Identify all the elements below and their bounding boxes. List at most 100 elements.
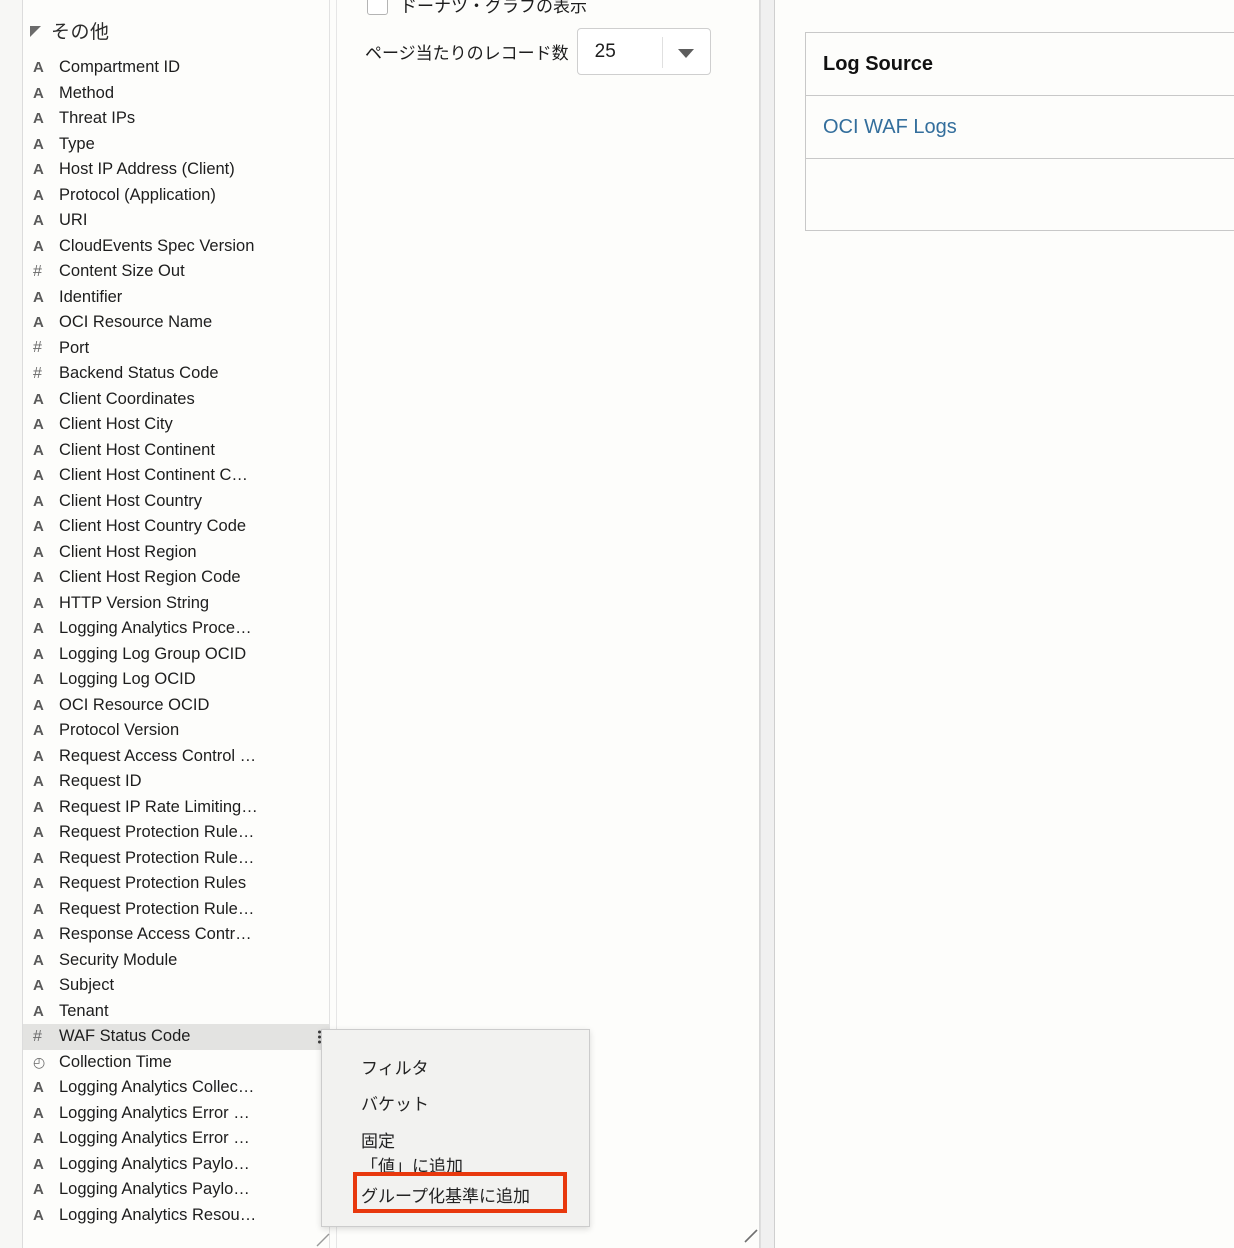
context-menu-item-add-to-value[interactable]: 「値」に追加	[361, 1152, 463, 1177]
field-row[interactable]: AClient Host Continent	[23, 438, 329, 464]
field-row[interactable]: ARequest Protection Rule…	[23, 897, 329, 923]
field-type-string-icon: A	[33, 773, 59, 790]
context-menu-item-add-to-group-by[interactable]: グループ化基準に追加	[361, 1182, 530, 1207]
field-row[interactable]: ALogging Analytics Resou…	[23, 1203, 329, 1229]
field-row[interactable]: AClient Host City	[23, 412, 329, 438]
field-type-string-icon: A	[33, 824, 59, 841]
donut-chart-checkbox[interactable]	[367, 0, 388, 15]
field-row[interactable]: ALogging Analytics Proce…	[23, 616, 329, 642]
field-row-label: Request Protection Rule…	[59, 900, 254, 919]
sidebar-resize-grip-icon[interactable]	[316, 1233, 330, 1247]
field-row-label: Client Host Continent C…	[59, 466, 248, 485]
field-row-label: Protocol Version	[59, 721, 179, 740]
field-row[interactable]: AClient Host Country Code	[23, 514, 329, 540]
field-row[interactable]: ACloudEvents Spec Version	[23, 234, 329, 260]
field-type-string-icon: A	[33, 875, 59, 892]
field-group-header-other[interactable]: その他	[30, 16, 110, 44]
field-type-number-icon: #	[33, 1028, 59, 1046]
field-row-label: Request Protection Rules	[59, 874, 246, 893]
field-row[interactable]: AThreat IPs	[23, 106, 329, 132]
field-row[interactable]: ALogging Log Group OCID	[23, 642, 329, 668]
field-row[interactable]: AOCI Resource Name	[23, 310, 329, 336]
chevron-down-icon[interactable]	[678, 49, 694, 58]
field-row-label: Tenant	[59, 1002, 109, 1021]
field-type-string-icon: A	[33, 161, 59, 178]
field-row[interactable]: ALogging Analytics Error …	[23, 1101, 329, 1127]
field-row[interactable]: ALogging Analytics Collec…	[23, 1075, 329, 1101]
field-row[interactable]: ATenant	[23, 999, 329, 1025]
field-row[interactable]: #WAF Status Code	[23, 1024, 329, 1050]
field-row[interactable]: ASecurity Module	[23, 948, 329, 974]
field-row[interactable]: ARequest Protection Rule…	[23, 820, 329, 846]
field-row-label: Client Host Country	[59, 492, 202, 511]
field-row[interactable]: AClient Host Country	[23, 489, 329, 515]
field-row-label: Logging Log OCID	[59, 670, 196, 689]
field-row[interactable]: ALogging Log OCID	[23, 667, 329, 693]
field-row-label: Content Size Out	[59, 262, 185, 281]
center-resize-grip-icon[interactable]	[744, 1227, 760, 1243]
field-row[interactable]: ARequest IP Rate Limiting…	[23, 795, 329, 821]
records-per-page-value: 25	[578, 41, 616, 63]
field-type-string-icon: A	[33, 799, 59, 816]
field-type-string-icon: A	[33, 1130, 59, 1147]
field-type-string-icon: A	[33, 544, 59, 561]
field-type-string-icon: A	[33, 748, 59, 765]
context-menu-item-filter[interactable]: フィルタ	[361, 1054, 429, 1079]
field-row[interactable]: ARequest Protection Rules	[23, 871, 329, 897]
log-source-empty-row	[806, 159, 1234, 230]
field-row[interactable]: AType	[23, 132, 329, 158]
field-row[interactable]: AIdentifier	[23, 285, 329, 311]
field-type-time-icon: ◴	[33, 1054, 59, 1071]
donut-chart-label: ドーナツ・グラフの表示	[400, 0, 587, 17]
field-type-string-icon: A	[33, 187, 59, 204]
field-row[interactable]: AClient Host Continent C…	[23, 463, 329, 489]
field-row[interactable]: AProtocol Version	[23, 718, 329, 744]
field-row[interactable]: AOCI Resource OCID	[23, 693, 329, 719]
field-row-label: Logging Analytics Collec…	[59, 1078, 254, 1097]
field-row[interactable]: #Content Size Out	[23, 259, 329, 285]
field-type-string-icon: A	[33, 110, 59, 127]
field-type-string-icon: A	[33, 595, 59, 612]
field-row-label: Identifier	[59, 288, 122, 307]
field-row[interactable]: ARequest ID	[23, 769, 329, 795]
field-row[interactable]: ◴Collection Time	[23, 1050, 329, 1076]
app-window: その他 ACompartment IDAMethodAThreat IPsATy…	[0, 0, 1234, 1248]
field-row-label: Request IP Rate Limiting…	[59, 798, 258, 817]
field-row[interactable]: AClient Coordinates	[23, 387, 329, 413]
field-type-string-icon: A	[33, 977, 59, 994]
field-row[interactable]: AHTTP Version String	[23, 591, 329, 617]
field-type-string-icon: A	[33, 671, 59, 688]
field-type-string-icon: A	[33, 850, 59, 867]
field-row[interactable]: ARequest Access Control …	[23, 744, 329, 770]
field-row[interactable]: ARequest Protection Rule…	[23, 846, 329, 872]
center-right-divider[interactable]	[760, 0, 775, 1248]
field-row[interactable]: #Backend Status Code	[23, 361, 329, 387]
field-row[interactable]: AResponse Access Contr…	[23, 922, 329, 948]
context-menu-item-bucket[interactable]: バケット	[361, 1090, 429, 1115]
field-row[interactable]: AClient Host Region	[23, 540, 329, 566]
field-row[interactable]: AProtocol (Application)	[23, 183, 329, 209]
field-type-string-icon: A	[33, 136, 59, 153]
field-row[interactable]: AClient Host Region Code	[23, 565, 329, 591]
field-row[interactable]: ALogging Analytics Paylo…	[23, 1152, 329, 1178]
records-per-page-select[interactable]: 25	[577, 28, 711, 75]
field-type-string-icon: A	[33, 416, 59, 433]
field-row[interactable]: #Port	[23, 336, 329, 362]
field-row[interactable]: ASubject	[23, 973, 329, 999]
field-type-string-icon: A	[33, 646, 59, 663]
field-type-string-icon: A	[33, 85, 59, 102]
field-row-label: Response Access Contr…	[59, 925, 252, 944]
records-per-page-label: ページ当たりのレコード数	[365, 39, 569, 64]
context-menu-item-pin[interactable]: 固定	[361, 1127, 395, 1152]
field-row[interactable]: ALogging Analytics Error …	[23, 1126, 329, 1152]
field-row[interactable]: AURI	[23, 208, 329, 234]
field-row[interactable]: ALogging Analytics Paylo…	[23, 1177, 329, 1203]
field-row[interactable]: AHost IP Address (Client)	[23, 157, 329, 183]
field-row[interactable]: ACompartment ID	[23, 55, 329, 81]
disclosure-triangle-icon[interactable]	[30, 26, 41, 37]
field-row[interactable]: AMethod	[23, 81, 329, 107]
field-type-string-icon: A	[33, 1105, 59, 1122]
log-source-row-link[interactable]: OCI WAF Logs	[806, 96, 1234, 159]
field-type-string-icon: A	[33, 238, 59, 255]
field-type-string-icon: A	[33, 926, 59, 943]
